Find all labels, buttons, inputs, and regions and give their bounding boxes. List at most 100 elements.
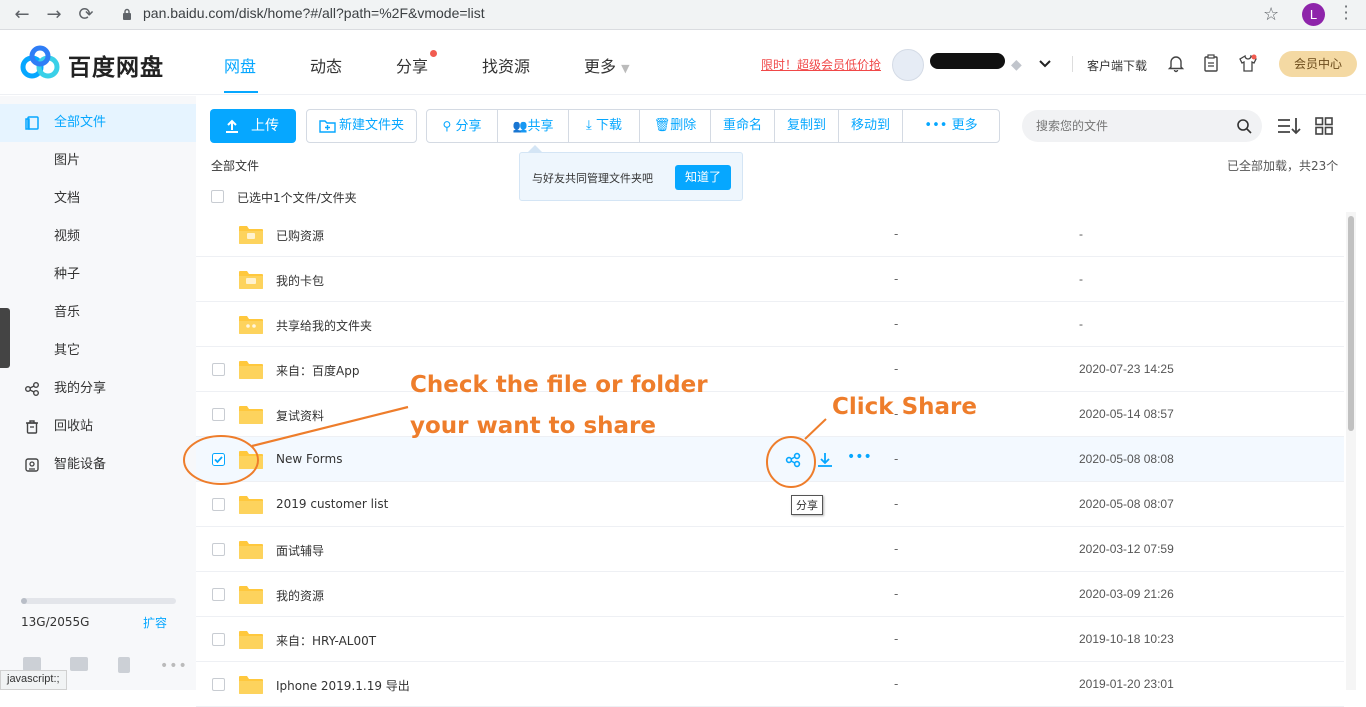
file-row[interactable]: 我的资源 - 2020-03-09 21:26 bbox=[196, 572, 1344, 617]
co-share-button[interactable]: 👥共享 bbox=[498, 110, 569, 142]
file-row[interactable]: New Forms - 2020-05-08 08:08 ••• bbox=[196, 437, 1344, 482]
sidebar-item-smart-devices[interactable]: 智能设备 bbox=[0, 446, 196, 484]
bookmark-star-icon[interactable]: ☆ bbox=[1263, 4, 1279, 25]
skin-shirt-icon[interactable] bbox=[1238, 53, 1258, 73]
browser-menu-icon[interactable]: · · · bbox=[1340, 0, 1352, 27]
nav-more[interactable]: 更多 ▼ bbox=[584, 53, 630, 77]
file-row[interactable]: 来自：HRY-AL00T - 2019-10-18 10:23 bbox=[196, 617, 1344, 662]
sidebar-item-videos[interactable]: 视频 bbox=[0, 218, 196, 256]
user-avatar[interactable] bbox=[892, 49, 924, 81]
file-date: 2020-05-08 08:08 bbox=[1079, 452, 1174, 466]
row-more-icon[interactable]: ••• bbox=[847, 449, 872, 467]
bell-icon[interactable] bbox=[1166, 53, 1186, 73]
file-row[interactable]: 复试资料 -2020-05-14 08:57 bbox=[196, 392, 1344, 437]
search-input[interactable] bbox=[1036, 110, 1226, 142]
row-checkbox[interactable] bbox=[212, 633, 225, 646]
row-checkbox[interactable] bbox=[212, 588, 225, 601]
client-download-link[interactable]: 客户端下载 bbox=[1087, 57, 1147, 74]
file-row[interactable]: 来自：百度App - 2020-07-23 14:25 bbox=[196, 347, 1344, 392]
file-name[interactable]: Iphone 2019.1.19 导出 bbox=[276, 677, 410, 694]
rename-button[interactable]: 重命名 bbox=[711, 110, 775, 142]
logo-text[interactable]: 百度网盘 bbox=[68, 48, 164, 82]
file-name[interactable]: 我的卡包 bbox=[276, 272, 324, 289]
vip-center-button[interactable]: 会员中心 bbox=[1279, 51, 1357, 77]
file-name[interactable]: 来自：HRY-AL00T bbox=[276, 632, 376, 649]
nav-find-resources[interactable]: 找资源 bbox=[482, 53, 530, 77]
row-checkbox[interactable] bbox=[212, 498, 225, 511]
select-all-checkbox[interactable] bbox=[211, 190, 224, 203]
new-folder-button[interactable]: 新建文件夹 bbox=[306, 109, 417, 143]
edge-tab-handle[interactable] bbox=[0, 308, 10, 368]
breadcrumb[interactable]: 全部文件 bbox=[211, 157, 259, 174]
notification-dot bbox=[430, 50, 437, 57]
file-name[interactable]: 面试辅导 bbox=[276, 542, 324, 559]
file-row[interactable]: Iphone 2019.1.19 导出 - 2019-01-20 23:01 bbox=[196, 662, 1344, 707]
back-icon[interactable]: ← bbox=[10, 3, 34, 27]
row-checkbox-checked[interactable] bbox=[212, 453, 225, 466]
folder-icon bbox=[238, 539, 264, 560]
copy-to-button[interactable]: 复制到 bbox=[775, 110, 839, 142]
search-icon[interactable] bbox=[1236, 118, 1252, 134]
row-checkbox[interactable] bbox=[212, 363, 225, 376]
sidebar-item-documents[interactable]: 文档 bbox=[0, 180, 196, 218]
baidu-netdisk-logo-icon[interactable] bbox=[20, 45, 60, 81]
folder-icon bbox=[238, 494, 264, 515]
share-button[interactable]: ⚲ 分享 bbox=[427, 110, 498, 142]
row-share-icon[interactable] bbox=[784, 451, 802, 469]
file-name[interactable]: 共享给我的文件夹 bbox=[276, 317, 372, 334]
file-name[interactable]: 2019 customer list bbox=[276, 497, 388, 511]
sort-icon[interactable] bbox=[1276, 115, 1302, 137]
sidebar-item-music[interactable]: 音乐 bbox=[0, 294, 196, 332]
file-name[interactable]: New Forms bbox=[276, 452, 342, 466]
nav-netdisk[interactable]: 网盘 bbox=[224, 53, 256, 77]
row-checkbox[interactable] bbox=[212, 543, 225, 556]
forward-icon[interactable]: → bbox=[42, 3, 66, 27]
profile-avatar[interactable]: L bbox=[1302, 3, 1325, 26]
got-it-button[interactable]: 知道了 bbox=[675, 165, 731, 190]
sidebar-item-images[interactable]: 图片 bbox=[0, 142, 196, 180]
file-row[interactable]: 面试辅导 - 2020-03-12 07:59 bbox=[196, 527, 1344, 572]
file-name[interactable]: 已购资源 bbox=[276, 227, 324, 244]
sidebar-item-my-shares[interactable]: 我的分享 bbox=[0, 370, 196, 408]
more-actions-button[interactable]: ••• 更多 bbox=[903, 110, 999, 142]
sidebar-item-torrents[interactable]: 种子 bbox=[0, 256, 196, 294]
download-button[interactable]: ⤓ 下载 bbox=[569, 110, 640, 142]
mobile-app-icon[interactable] bbox=[23, 657, 41, 671]
expand-storage-link[interactable]: 扩容 bbox=[143, 614, 167, 631]
phone-icon[interactable] bbox=[118, 657, 130, 673]
move-to-button[interactable]: 移动到 bbox=[839, 110, 903, 142]
sidebar-item-other[interactable]: 其它 bbox=[0, 332, 196, 370]
nav-activity[interactable]: 动态 bbox=[310, 53, 342, 77]
username-redacted[interactable] bbox=[930, 53, 1005, 69]
file-name[interactable]: 我的资源 bbox=[276, 587, 324, 604]
file-row[interactable]: 2019 customer list - 2020-05-08 08:07 bbox=[196, 482, 1344, 527]
file-size: - bbox=[894, 362, 899, 376]
more-dots-icon[interactable]: ••• bbox=[160, 658, 188, 674]
file-name[interactable]: 来自：百度App bbox=[276, 362, 359, 379]
scrollbar[interactable] bbox=[1346, 212, 1356, 690]
delete-button[interactable]: 🗑删除 bbox=[640, 110, 711, 142]
sidebar-item-all-files[interactable]: 全部文件 bbox=[0, 104, 196, 142]
row-checkbox[interactable] bbox=[212, 678, 225, 691]
message-icon[interactable] bbox=[70, 657, 88, 671]
address-bar[interactable]: pan.baidu.com/disk/home?#/all?path=%2F&v… bbox=[143, 5, 485, 21]
promo-link[interactable]: 限时！超级会员低价抢 bbox=[761, 56, 881, 73]
sidebar-item-label: 图片 bbox=[54, 153, 81, 168]
file-row[interactable]: 已购资源 - - bbox=[196, 212, 1344, 257]
lock-icon[interactable] bbox=[122, 8, 132, 20]
row-checkbox[interactable] bbox=[212, 408, 225, 421]
reload-icon[interactable]: ⟳ bbox=[74, 3, 98, 27]
sidebar-item-recycle-bin[interactable]: 回收站 bbox=[0, 408, 196, 446]
scrollbar-thumb[interactable] bbox=[1348, 216, 1354, 431]
file-name[interactable]: 复试资料 bbox=[276, 407, 324, 424]
row-download-icon[interactable] bbox=[816, 451, 834, 469]
upload-button[interactable]: 上传 bbox=[210, 109, 296, 143]
nav-share[interactable]: 分享 bbox=[396, 53, 428, 77]
user-chevron-down-icon[interactable] bbox=[1038, 59, 1052, 69]
file-date: 2019-10-18 10:23 bbox=[1079, 632, 1174, 646]
file-size: - bbox=[894, 677, 899, 691]
file-row[interactable]: 我的卡包 - - bbox=[196, 257, 1344, 302]
grid-view-icon[interactable] bbox=[1314, 116, 1334, 136]
file-row[interactable]: 共享给我的文件夹 - - bbox=[196, 302, 1344, 347]
clipboard-icon[interactable] bbox=[1201, 53, 1221, 73]
